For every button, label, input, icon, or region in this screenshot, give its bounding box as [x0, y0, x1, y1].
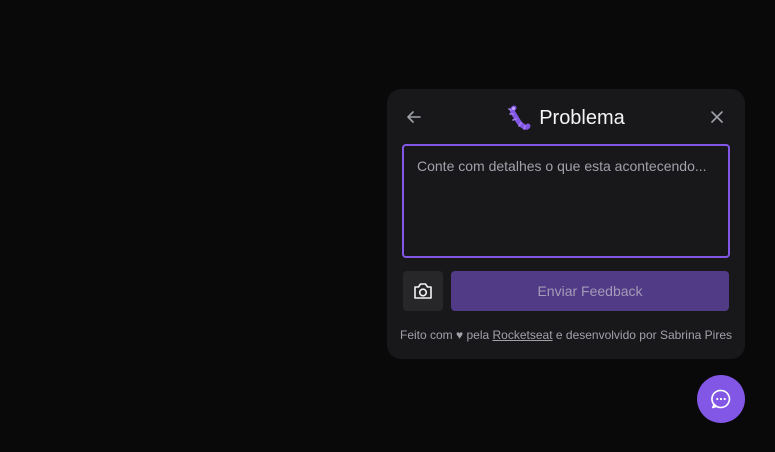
- footer-middle: pela: [466, 328, 490, 342]
- take-screenshot-button[interactable]: [403, 271, 443, 311]
- heart-icon: ♥: [456, 328, 464, 342]
- open-feedback-button[interactable]: [697, 375, 745, 423]
- footer-prefix: Feito com: [399, 328, 453, 342]
- submit-feedback-button[interactable]: Enviar Feedback: [451, 271, 729, 311]
- close-button[interactable]: [707, 107, 727, 127]
- camera-icon: [414, 283, 432, 299]
- widget-footer: Feito com ♥ pela Rocketseat e desenvolvi…: [387, 327, 745, 343]
- rocketseat-link[interactable]: Rocketseat: [493, 328, 553, 342]
- chat-bubble-icon: [711, 389, 731, 409]
- bug-icon: [507, 105, 531, 131]
- widget-header: Problema: [387, 103, 745, 133]
- feedback-comment-input[interactable]: [402, 144, 730, 258]
- close-icon: [711, 111, 723, 123]
- feedback-widget: Problema Enviar Feedback Feito com ♥ pel…: [387, 89, 745, 359]
- widget-title: Problema: [539, 107, 625, 129]
- footer-suffix: e desenvolvido por Sabrina Pires: [555, 328, 732, 342]
